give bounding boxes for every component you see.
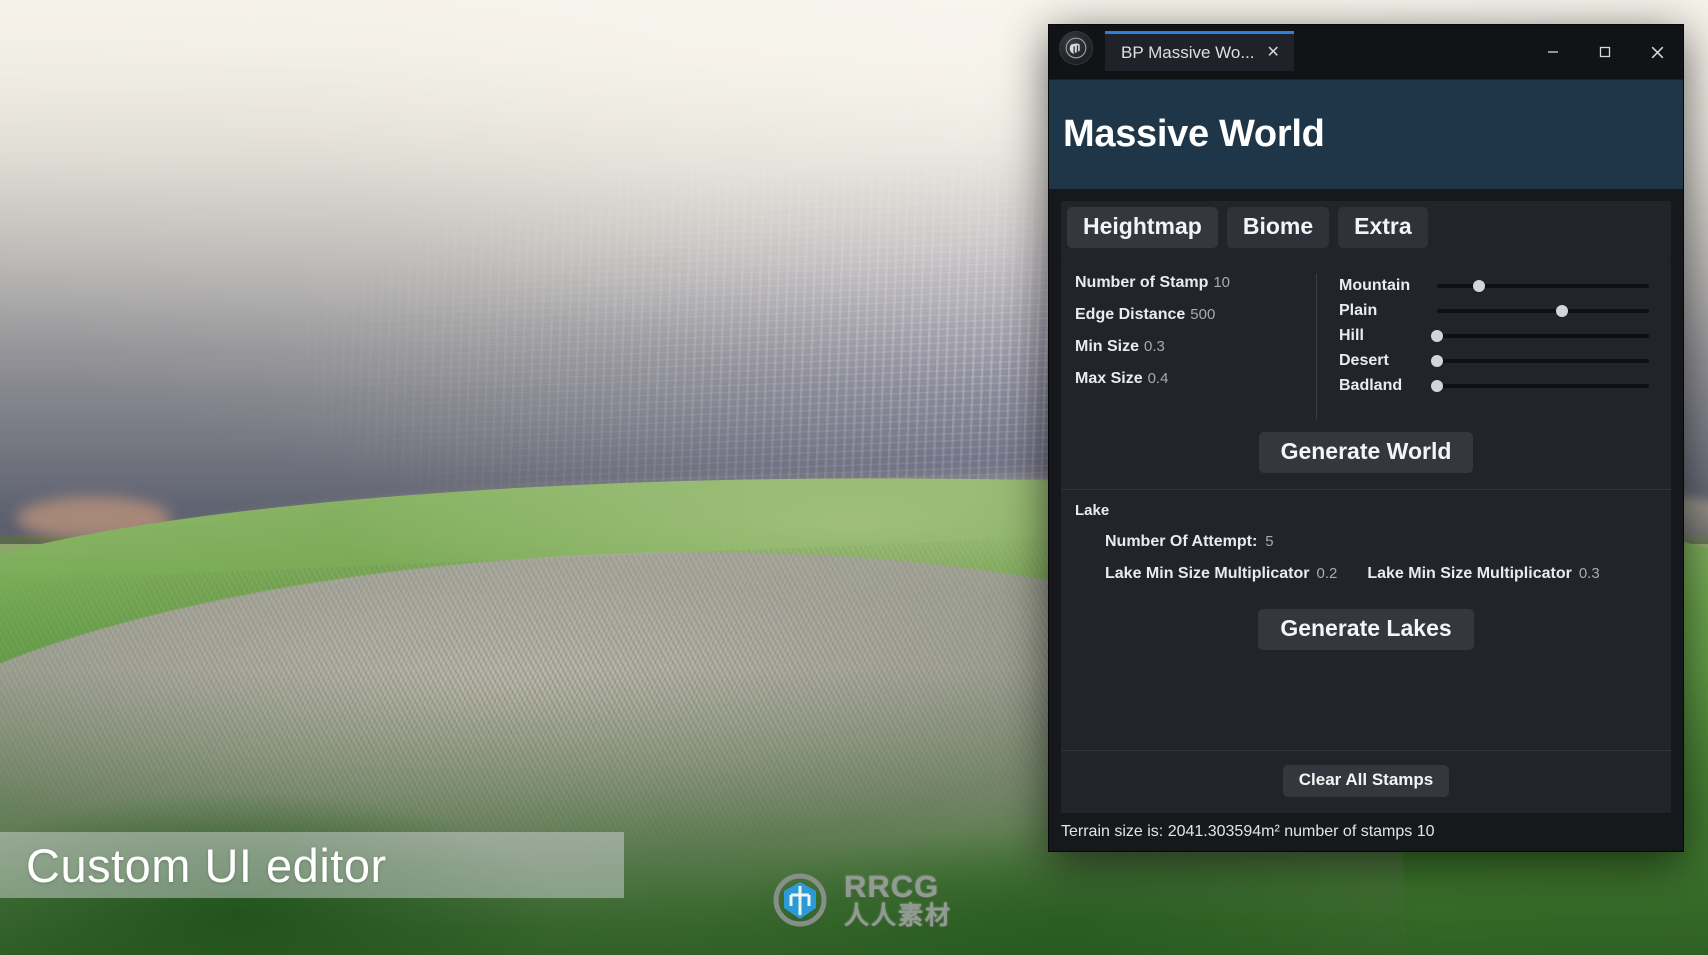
slider-label: Badland (1339, 377, 1403, 395)
tab-extra[interactable]: Extra (1338, 207, 1428, 248)
slider-hill[interactable]: Hill (1339, 324, 1649, 349)
lake-min-size-multiplicator-2[interactable]: Lake Min Size Multiplicator 0.3 (1367, 565, 1599, 583)
slider-track[interactable] (1431, 355, 1649, 368)
param-edge-distance[interactable]: Edge Distance 500 (1075, 306, 1316, 324)
generate-lakes-label: Generate Lakes (1280, 614, 1452, 641)
generate-lakes-button[interactable]: Generate Lakes (1258, 608, 1474, 650)
status-text: Terrain size is: 2041.303594m² number of… (1061, 823, 1435, 840)
generate-world-button[interactable]: Generate World (1258, 431, 1474, 473)
generate-lakes-row: Generate Lakes (1061, 597, 1671, 666)
heightmap-columns: Number of Stamp 10 Edge Distance 500 Min… (1061, 273, 1671, 420)
biome-weight-sliders: Mountain Plain Hill Desert Badland (1317, 274, 1671, 420)
rrcg-shield-logo-icon (766, 866, 834, 934)
slider-track[interactable] (1437, 280, 1649, 293)
heightmap-section: Number of Stamp 10 Edge Distance 500 Min… (1061, 258, 1671, 490)
document-tab[interactable]: BP Massive Wo... ✕ (1105, 31, 1294, 71)
content-card: Number of Stamp 10 Edge Distance 500 Min… (1061, 257, 1671, 813)
viewport-caption: Custom UI editor (26, 839, 387, 892)
watermark-brand: RRCG (844, 869, 940, 904)
watermark-subtitle: 人人素材 (844, 902, 953, 930)
param-label: Number of Stamp (1075, 273, 1209, 291)
minimize-icon[interactable] (1527, 25, 1579, 79)
param-label: Edge Distance (1075, 305, 1186, 323)
slider-thumb[interactable] (1431, 330, 1443, 343)
lake-attempt-label: Number Of Attempt: (1105, 532, 1258, 550)
clear-all-stamps-button[interactable]: Clear All Stamps (1282, 765, 1450, 797)
slider-label: Plain (1339, 302, 1378, 320)
slider-label: Desert (1339, 352, 1389, 370)
tabstrip: Heightmap Biome Extra (1061, 201, 1671, 258)
page-title: Massive World (1063, 113, 1325, 155)
tab-heightmap[interactable]: Heightmap (1067, 207, 1218, 248)
window-controls (1527, 25, 1683, 79)
stamp-parameters-column: Number of Stamp 10 Edge Distance 500 Min… (1061, 273, 1317, 420)
slider-track[interactable] (1431, 380, 1649, 393)
slider-badland[interactable]: Badland (1339, 374, 1649, 399)
param-max-size[interactable]: Max Size 0.4 (1075, 370, 1316, 388)
param-min-size[interactable]: Min Size 0.3 (1075, 338, 1316, 356)
window-titlebar[interactable]: BP Massive Wo... ✕ (1049, 25, 1683, 79)
lake-attempt-value[interactable]: 5 (1265, 533, 1273, 550)
lake-multiplier-value[interactable]: 0.2 (1316, 565, 1337, 582)
clear-stamps-section: Clear All Stamps (1061, 751, 1671, 813)
lake-section: Lake Number Of Attempt: 5 Lake Min Size … (1061, 490, 1671, 751)
lake-multiplier-label: Lake Min Size Multiplicator (1105, 564, 1310, 582)
lake-section-spacer (1061, 666, 1671, 750)
param-value[interactable]: 0.4 (1148, 370, 1169, 387)
tab-extra-label: Extra (1354, 213, 1412, 239)
rrcg-watermark: RRCG 人人素材 (766, 866, 952, 934)
close-icon[interactable] (1631, 25, 1683, 79)
slider-desert[interactable]: Desert (1339, 349, 1649, 374)
param-value[interactable]: 10 (1213, 274, 1230, 291)
param-number-of-stamp[interactable]: Number of Stamp 10 (1075, 274, 1316, 292)
tab-biome-label: Biome (1242, 213, 1314, 239)
maximize-icon[interactable] (1579, 25, 1631, 79)
panel-body: Heightmap Biome Extra Number of Stamp 10… (1049, 189, 1683, 813)
status-bar: Terrain size is: 2041.303594m² number of… (1049, 813, 1683, 851)
slider-thumb[interactable] (1556, 305, 1569, 318)
lake-number-of-attempt-row[interactable]: Number Of Attempt: 5 (1061, 533, 1671, 551)
lake-multiplier-row: Lake Min Size Multiplicator 0.2 Lake Min… (1061, 565, 1671, 583)
screen-root: Custom UI editor RRCG 人人素材 BP Massive Wo… (0, 0, 1708, 955)
slider-label: Mountain (1339, 277, 1411, 295)
tab-biome[interactable]: Biome (1226, 207, 1330, 248)
panel-header: Massive World (1049, 79, 1683, 189)
param-value[interactable]: 500 (1190, 306, 1215, 323)
lake-multiplier-label: Lake Min Size Multiplicator (1367, 564, 1572, 582)
slider-plain[interactable]: Plain (1339, 299, 1649, 324)
slider-mountain[interactable]: Mountain (1339, 274, 1649, 299)
slider-thumb[interactable] (1431, 380, 1443, 393)
slider-label: Hill (1339, 327, 1364, 345)
param-value[interactable]: 0.3 (1144, 338, 1165, 355)
lake-section-title: Lake (1075, 501, 1110, 519)
unreal-engine-icon (1059, 31, 1093, 65)
document-tab-label: BP Massive Wo... (1121, 42, 1255, 62)
tab-heightmap-label: Heightmap (1083, 213, 1202, 239)
slider-track[interactable] (1437, 305, 1649, 318)
unreal-blueprint-window[interactable]: BP Massive Wo... ✕ Massive World Heightm… (1048, 24, 1684, 852)
generate-world-row: Generate World (1061, 420, 1671, 489)
param-label: Max Size (1075, 369, 1143, 387)
close-icon[interactable]: ✕ (1267, 44, 1280, 61)
watermark-text: RRCG 人人素材 (844, 871, 952, 929)
slider-track[interactable] (1431, 330, 1649, 343)
slider-thumb[interactable] (1431, 355, 1443, 368)
clear-all-stamps-label: Clear All Stamps (1298, 770, 1434, 789)
lake-multiplier-value[interactable]: 0.3 (1579, 565, 1600, 582)
slider-thumb[interactable] (1473, 280, 1486, 293)
lake-min-size-multiplicator-1[interactable]: Lake Min Size Multiplicator 0.2 (1105, 565, 1337, 583)
generate-world-label: Generate World (1280, 437, 1452, 464)
param-label: Min Size (1075, 337, 1140, 355)
